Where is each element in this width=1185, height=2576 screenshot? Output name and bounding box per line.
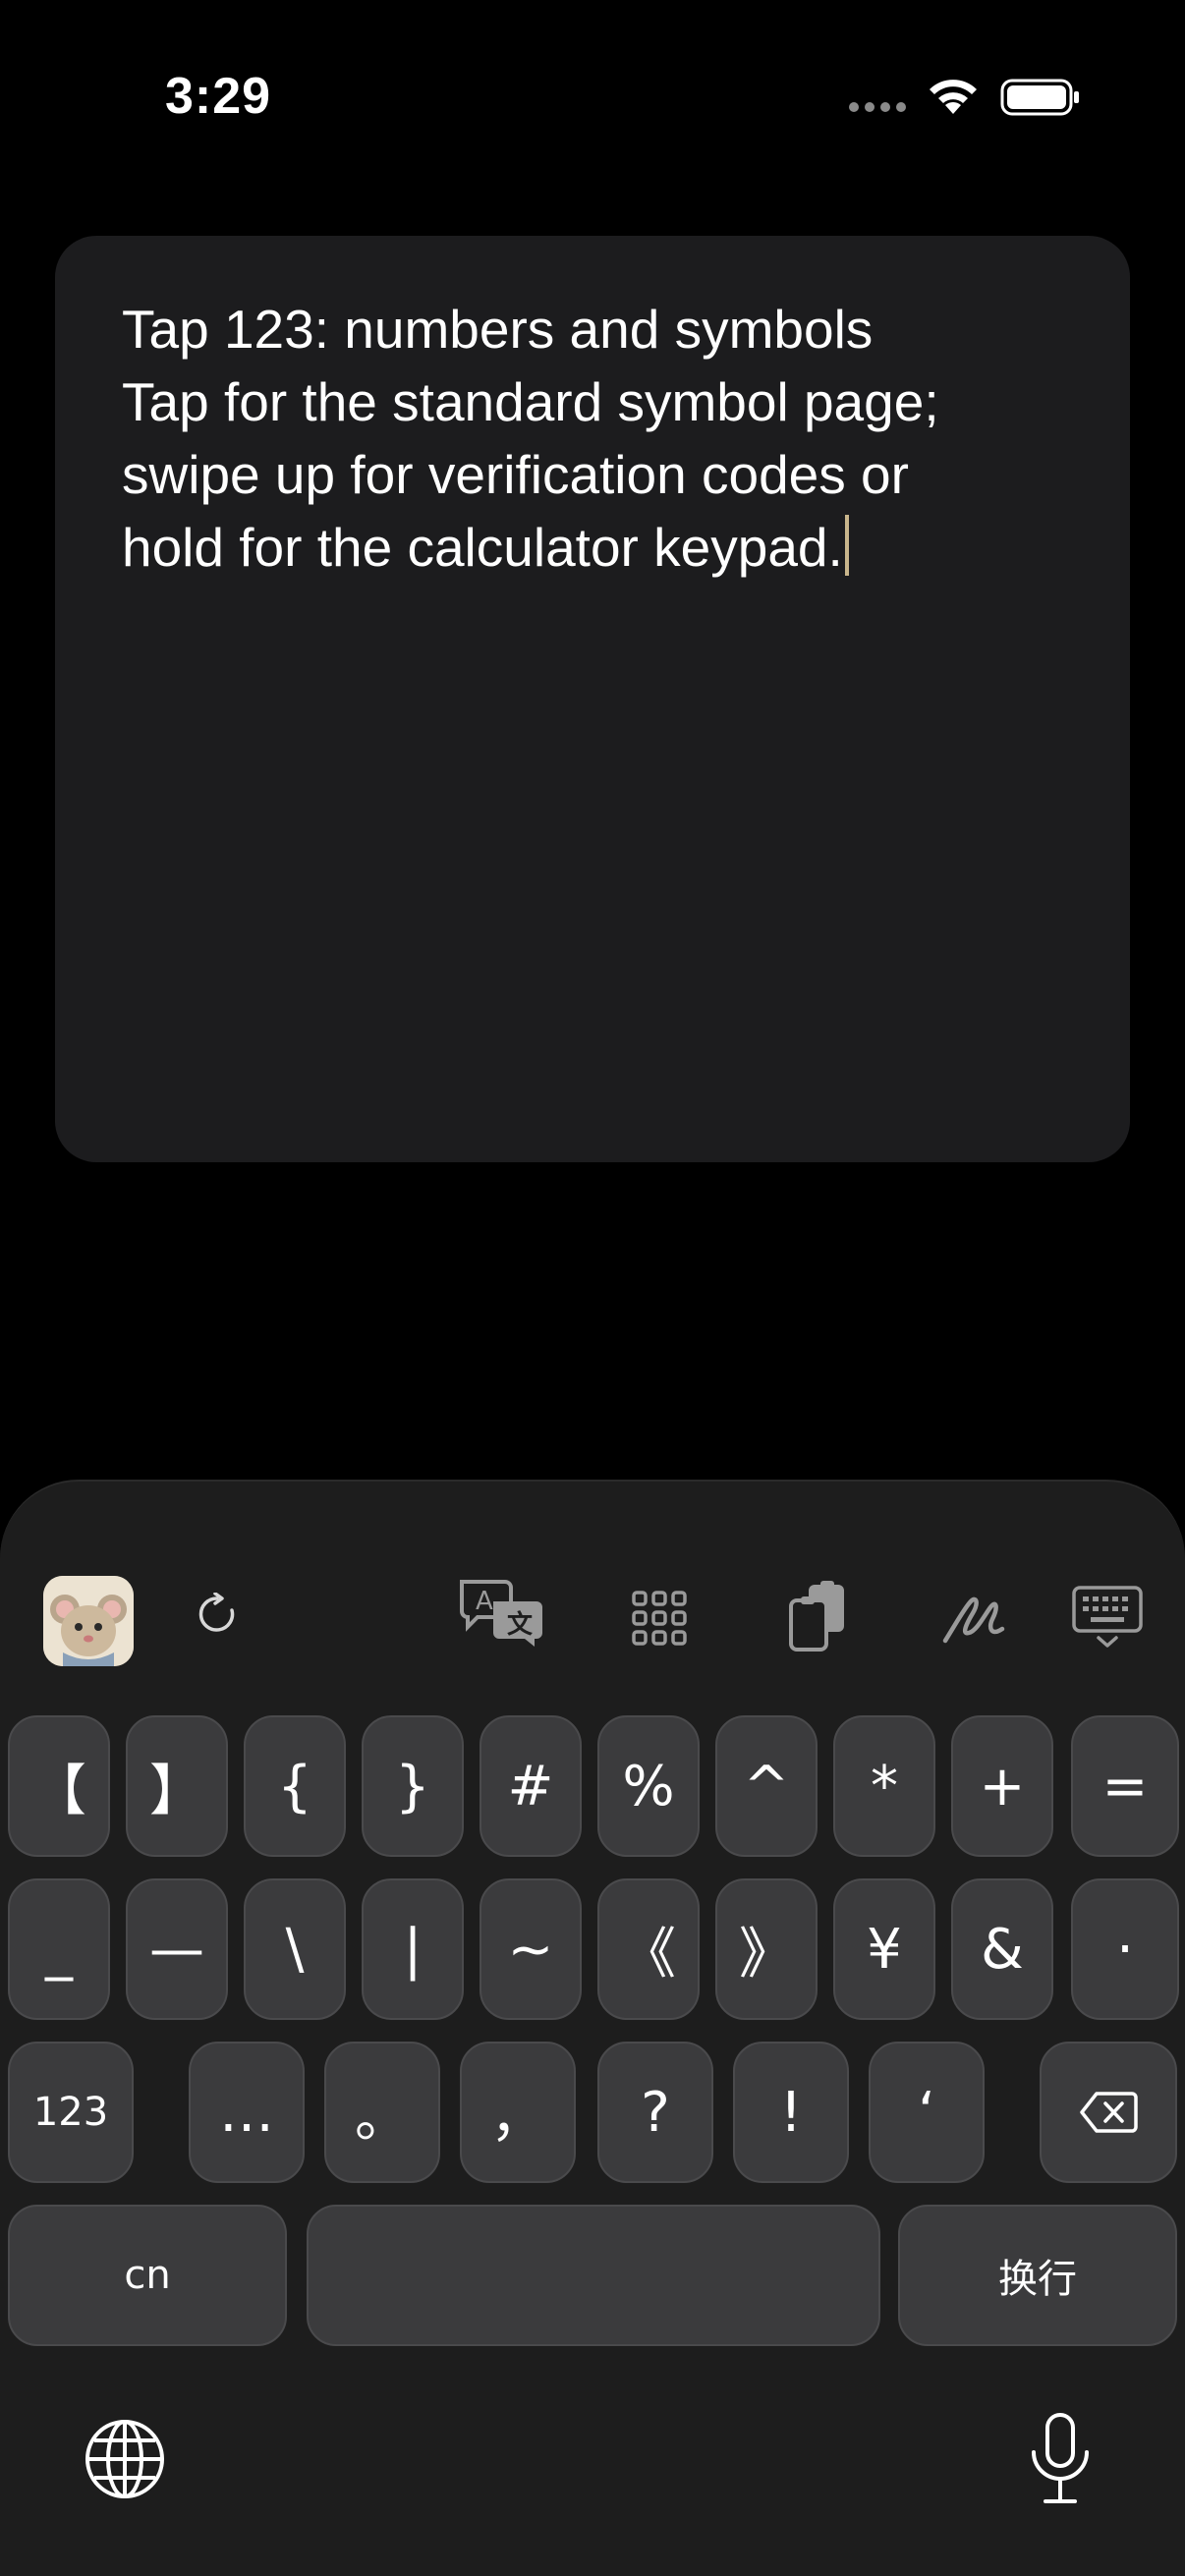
globe-icon[interactable] xyxy=(83,2417,167,2501)
svg-text:A: A xyxy=(476,1587,493,1616)
key-ideographic-period[interactable]: 。 xyxy=(324,2042,440,2183)
note-text: Tap 123: numbers and symbols Tap for the… xyxy=(122,293,1085,584)
key-underscore[interactable]: _ xyxy=(8,1878,110,2020)
key-middle-dot[interactable]: · xyxy=(1071,1878,1179,2020)
key-pipe[interactable]: | xyxy=(362,1878,464,2020)
status-bar: 3:29 xyxy=(0,0,1185,187)
key-plus[interactable]: + xyxy=(951,1715,1053,1857)
key-right-lenticular-bracket[interactable]: 】 xyxy=(126,1715,228,1857)
app-avatar[interactable] xyxy=(43,1576,134,1666)
text-caret xyxy=(844,515,849,576)
key-em-dash[interactable]: — xyxy=(126,1878,228,2020)
grid-apps-icon[interactable] xyxy=(629,1588,690,1649)
mouse-mascot-icon xyxy=(43,1576,134,1666)
key-ellipsis[interactable]: … xyxy=(189,2042,305,2183)
key-right-brace[interactable]: } xyxy=(362,1715,464,1857)
note-line: Tap for the standard symbol page; xyxy=(122,371,939,432)
key-left-brace[interactable]: { xyxy=(244,1715,346,1857)
keyboard-toolbar: A 文 xyxy=(0,1482,1185,1698)
note-line-last: hold for the calculator keypad. xyxy=(122,511,1085,584)
microphone-icon[interactable] xyxy=(1026,2411,1095,2507)
note-line-text: hold for the calculator keypad. xyxy=(122,517,843,578)
space-bar[interactable] xyxy=(307,2205,880,2346)
return-key[interactable]: 换行 xyxy=(898,2205,1177,2346)
backspace-icon xyxy=(1080,2092,1138,2133)
translate-icon[interactable]: A 文 xyxy=(456,1576,546,1651)
key-right-double-angle[interactable]: 》 xyxy=(715,1878,818,2020)
key-left-lenticular-bracket[interactable]: 【 xyxy=(8,1715,110,1857)
note-line: Tap 123: numbers and symbols xyxy=(122,299,874,360)
key-fullwidth-comma[interactable]: ， xyxy=(460,2042,576,2183)
battery-icon xyxy=(1000,79,1079,116)
svg-text:文: 文 xyxy=(507,1609,534,1640)
note-line: swipe up for verification codes or xyxy=(122,444,909,505)
handwriting-icon[interactable] xyxy=(939,1584,1008,1652)
key-caret[interactable]: ^ xyxy=(715,1715,818,1857)
key-equals[interactable]: = xyxy=(1071,1715,1179,1857)
signal-dots-icon xyxy=(849,102,906,114)
key-left-single-quote[interactable]: ‘ xyxy=(869,2042,985,2183)
key-left-double-angle[interactable]: 《 xyxy=(597,1878,700,2020)
key-language-cn[interactable]: cn xyxy=(8,2205,287,2346)
refresh-icon[interactable] xyxy=(193,1588,242,1641)
key-hash[interactable]: # xyxy=(480,1715,582,1857)
backspace-key[interactable] xyxy=(1040,2042,1177,2183)
wifi-icon xyxy=(930,80,977,114)
key-tilde[interactable]: ~ xyxy=(480,1878,582,2020)
keyboard-hide-icon[interactable] xyxy=(1071,1584,1144,1651)
keyboard-bottom-bar xyxy=(0,2358,1185,2576)
status-time: 3:29 xyxy=(165,68,272,125)
note-text-area[interactable]: Tap 123: numbers and symbols Tap for the… xyxy=(55,236,1130,1162)
key-yen[interactable]: ¥ xyxy=(833,1878,935,2020)
key-backslash[interactable]: \ xyxy=(244,1878,346,2020)
key-exclamation[interactable]: ! xyxy=(733,2042,849,2183)
key-asterisk[interactable]: * xyxy=(833,1715,935,1857)
key-percent[interactable]: % xyxy=(597,1715,700,1857)
key-question[interactable]: ? xyxy=(597,2042,713,2183)
key-123-mode[interactable]: 123 xyxy=(8,2042,134,2183)
clipboard-icon[interactable] xyxy=(786,1580,849,1654)
key-ampersand[interactable]: & xyxy=(951,1878,1053,2020)
